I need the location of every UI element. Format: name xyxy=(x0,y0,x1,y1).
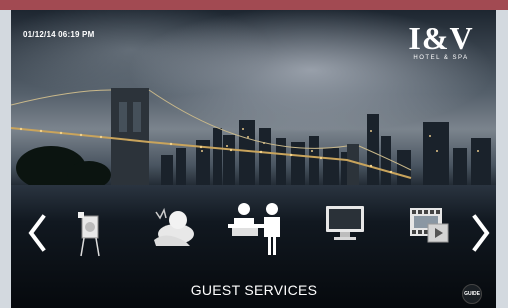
chevron-left-icon xyxy=(28,214,46,252)
clock-datetime: 01/12/14 06:19 PM xyxy=(23,30,95,39)
logo-wordmark: I&V xyxy=(408,20,474,56)
next-arrow-button[interactable] xyxy=(470,213,492,253)
tv-icon xyxy=(326,206,364,240)
carousel-item-movies[interactable] xyxy=(408,202,450,254)
spa-icon xyxy=(154,207,194,246)
selected-item-label: GUEST SERVICES xyxy=(190,282,318,298)
hotel-logo: I&V HOTEL & SPA xyxy=(398,22,484,61)
room-service-icon xyxy=(78,212,100,257)
guide-button[interactable]: GUIDE xyxy=(462,284,482,304)
carousel-item-guest-services[interactable] xyxy=(228,202,288,255)
top-accent-bar xyxy=(0,0,508,10)
previous-arrow-button[interactable] xyxy=(26,213,48,253)
chevron-right-icon xyxy=(472,214,490,252)
guest-services-icon xyxy=(228,203,280,255)
movies-icon xyxy=(410,208,449,243)
carousel-item-room-service[interactable] xyxy=(72,202,106,257)
carousel-item-spa[interactable] xyxy=(146,202,198,254)
carousel-item-tv[interactable] xyxy=(324,202,366,254)
